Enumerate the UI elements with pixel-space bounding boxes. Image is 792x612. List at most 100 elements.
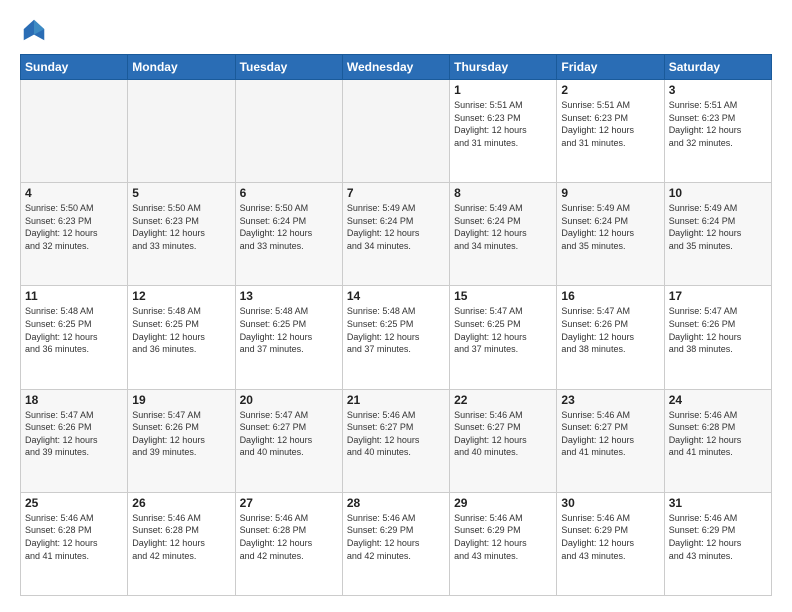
weekday-header-sunday: Sunday (21, 55, 128, 80)
day-number: 16 (561, 289, 659, 303)
day-info: Sunrise: 5:50 AM Sunset: 6:23 PM Dayligh… (132, 202, 230, 252)
day-number: 1 (454, 83, 552, 97)
day-number: 15 (454, 289, 552, 303)
calendar-cell: 7 Sunrise: 5:49 AM Sunset: 6:24 PM Daylig… (342, 183, 449, 286)
day-info: Sunrise: 5:47 AM Sunset: 6:25 PM Dayligh… (454, 305, 552, 355)
calendar-cell (235, 80, 342, 183)
logo (20, 16, 52, 44)
day-info: Sunrise: 5:47 AM Sunset: 6:26 PM Dayligh… (561, 305, 659, 355)
calendar-cell: 2 Sunrise: 5:51 AM Sunset: 6:23 PM Daylig… (557, 80, 664, 183)
day-number: 17 (669, 289, 767, 303)
day-info: Sunrise: 5:46 AM Sunset: 6:29 PM Dayligh… (561, 512, 659, 562)
day-number: 23 (561, 393, 659, 407)
calendar-cell: 12 Sunrise: 5:48 AM Sunset: 6:25 PM Dayli… (128, 286, 235, 389)
calendar-cell: 21 Sunrise: 5:46 AM Sunset: 6:27 PM Dayli… (342, 389, 449, 492)
day-number: 11 (25, 289, 123, 303)
day-info: Sunrise: 5:49 AM Sunset: 6:24 PM Dayligh… (347, 202, 445, 252)
day-info: Sunrise: 5:49 AM Sunset: 6:24 PM Dayligh… (454, 202, 552, 252)
calendar-cell: 18 Sunrise: 5:47 AM Sunset: 6:26 PM Dayli… (21, 389, 128, 492)
day-number: 29 (454, 496, 552, 510)
day-info: Sunrise: 5:47 AM Sunset: 6:27 PM Dayligh… (240, 409, 338, 459)
calendar-cell: 31 Sunrise: 5:46 AM Sunset: 6:29 PM Dayli… (664, 492, 771, 595)
day-info: Sunrise: 5:47 AM Sunset: 6:26 PM Dayligh… (669, 305, 767, 355)
calendar-cell: 5 Sunrise: 5:50 AM Sunset: 6:23 PM Daylig… (128, 183, 235, 286)
calendar-cell: 28 Sunrise: 5:46 AM Sunset: 6:29 PM Dayli… (342, 492, 449, 595)
calendar-cell: 15 Sunrise: 5:47 AM Sunset: 6:25 PM Dayli… (450, 286, 557, 389)
week-row-4: 18 Sunrise: 5:47 AM Sunset: 6:26 PM Dayli… (21, 389, 772, 492)
day-number: 22 (454, 393, 552, 407)
day-number: 6 (240, 186, 338, 200)
weekday-header-monday: Monday (128, 55, 235, 80)
day-number: 24 (669, 393, 767, 407)
weekday-header-friday: Friday (557, 55, 664, 80)
day-info: Sunrise: 5:49 AM Sunset: 6:24 PM Dayligh… (561, 202, 659, 252)
week-row-1: 1 Sunrise: 5:51 AM Sunset: 6:23 PM Daylig… (21, 80, 772, 183)
calendar-cell: 11Sunrise: 5:48 AM Sunset: 6:25 PM Dayli… (21, 286, 128, 389)
calendar-cell: 22Sunrise: 5:46 AM Sunset: 6:27 PM Dayli… (450, 389, 557, 492)
week-row-5: 25 Sunrise: 5:46 AM Sunset: 6:28 PM Dayli… (21, 492, 772, 595)
day-number: 30 (561, 496, 659, 510)
day-info: Sunrise: 5:46 AM Sunset: 6:27 PM Dayligh… (347, 409, 445, 459)
calendar-cell: 25 Sunrise: 5:46 AM Sunset: 6:28 PM Dayli… (21, 492, 128, 595)
day-info: Sunrise: 5:50 AM Sunset: 6:23 PM Dayligh… (25, 202, 123, 252)
calendar-table: SundayMondayTuesdayWednesdayThursdayFrid… (20, 54, 772, 596)
day-info: Sunrise: 5:50 AM Sunset: 6:24 PM Dayligh… (240, 202, 338, 252)
calendar-cell: 10 Sunrise: 5:49 AM Sunset: 6:24 PM Dayli… (664, 183, 771, 286)
calendar-cell: 14 Sunrise: 5:48 AM Sunset: 6:25 PM Dayli… (342, 286, 449, 389)
calendar-cell (342, 80, 449, 183)
weekday-header-thursday: Thursday (450, 55, 557, 80)
day-number: 14 (347, 289, 445, 303)
day-number: 20 (240, 393, 338, 407)
week-row-3: 11 Sunrise: 5:48 AM Sunset: 6:25 PM Dayli… (21, 286, 772, 389)
day-info: Sunrise: 5:46 AM Sunset: 6:27 PM Dayligh… (561, 409, 659, 459)
day-number: 27 (240, 496, 338, 510)
day-number: 28 (347, 496, 445, 510)
calendar-cell: 13 Sunrise: 5:48 AM Sunset: 6:25 PM Dayli… (235, 286, 342, 389)
day-number: 7 (347, 186, 445, 200)
day-info: Sunrise: 5:48 AM Sunset: 6:25 PM Dayligh… (347, 305, 445, 355)
calendar-cell: 29Sunrise: 5:46 AM Sunset: 6:29 PM Dayli… (450, 492, 557, 595)
day-info: Sunrise: 5:46 AM Sunset: 6:28 PM Dayligh… (240, 512, 338, 562)
day-info: Sunrise: 5:51 AM Sunset: 6:23 PM Dayligh… (454, 99, 552, 149)
calendar-cell: 16 Sunrise: 5:47 AM Sunset: 6:26 PM Dayli… (557, 286, 664, 389)
day-number: 8 (454, 186, 552, 200)
day-info: Sunrise: 5:51 AM Sunset: 6:23 PM Dayligh… (561, 99, 659, 149)
day-info: Sunrise: 5:46 AM Sunset: 6:29 PM Dayligh… (669, 512, 767, 562)
day-info: Sunrise: 5:46 AM Sunset: 6:28 PM Dayligh… (25, 512, 123, 562)
weekday-header-tuesday: Tuesday (235, 55, 342, 80)
week-row-2: 4Sunrise: 5:50 AM Sunset: 6:23 PM Daylig… (21, 183, 772, 286)
day-number: 9 (561, 186, 659, 200)
day-info: Sunrise: 5:46 AM Sunset: 6:28 PM Dayligh… (132, 512, 230, 562)
calendar-cell: 6 Sunrise: 5:50 AM Sunset: 6:24 PM Daylig… (235, 183, 342, 286)
day-info: Sunrise: 5:48 AM Sunset: 6:25 PM Dayligh… (132, 305, 230, 355)
calendar-cell: 23 Sunrise: 5:46 AM Sunset: 6:27 PM Dayli… (557, 389, 664, 492)
logo-icon (20, 16, 48, 44)
day-number: 2 (561, 83, 659, 97)
day-number: 21 (347, 393, 445, 407)
day-number: 25 (25, 496, 123, 510)
calendar-cell: 27 Sunrise: 5:46 AM Sunset: 6:28 PM Dayli… (235, 492, 342, 595)
calendar-cell: 30 Sunrise: 5:46 AM Sunset: 6:29 PM Dayli… (557, 492, 664, 595)
calendar-cell: 8 Sunrise: 5:49 AM Sunset: 6:24 PM Daylig… (450, 183, 557, 286)
day-number: 12 (132, 289, 230, 303)
calendar-cell (21, 80, 128, 183)
calendar-cell: 4Sunrise: 5:50 AM Sunset: 6:23 PM Daylig… (21, 183, 128, 286)
day-info: Sunrise: 5:48 AM Sunset: 6:25 PM Dayligh… (240, 305, 338, 355)
calendar-cell: 9 Sunrise: 5:49 AM Sunset: 6:24 PM Daylig… (557, 183, 664, 286)
day-number: 13 (240, 289, 338, 303)
calendar-cell: 26Sunrise: 5:46 AM Sunset: 6:28 PM Dayli… (128, 492, 235, 595)
day-info: Sunrise: 5:47 AM Sunset: 6:26 PM Dayligh… (25, 409, 123, 459)
page: SundayMondayTuesdayWednesdayThursdayFrid… (0, 0, 792, 612)
day-number: 3 (669, 83, 767, 97)
day-number: 31 (669, 496, 767, 510)
day-number: 18 (25, 393, 123, 407)
day-number: 10 (669, 186, 767, 200)
weekday-header-saturday: Saturday (664, 55, 771, 80)
day-number: 19 (132, 393, 230, 407)
day-number: 5 (132, 186, 230, 200)
day-info: Sunrise: 5:46 AM Sunset: 6:29 PM Dayligh… (347, 512, 445, 562)
day-info: Sunrise: 5:49 AM Sunset: 6:24 PM Dayligh… (669, 202, 767, 252)
weekday-header-row: SundayMondayTuesdayWednesdayThursdayFrid… (21, 55, 772, 80)
day-info: Sunrise: 5:51 AM Sunset: 6:23 PM Dayligh… (669, 99, 767, 149)
calendar-cell: 19Sunrise: 5:47 AM Sunset: 6:26 PM Dayli… (128, 389, 235, 492)
